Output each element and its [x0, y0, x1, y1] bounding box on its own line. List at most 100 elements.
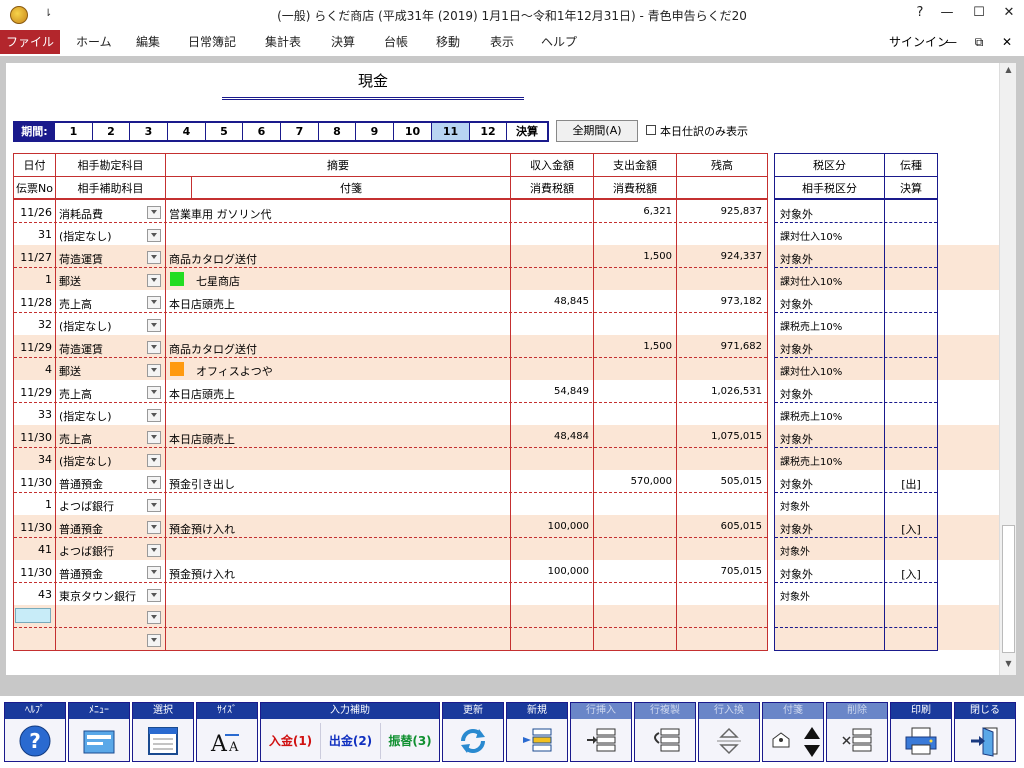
row-subaccount[interactable]: (指定なし) [59, 408, 147, 424]
account-dropdown-icon[interactable] [147, 386, 161, 399]
row-income[interactable]: 54,849 [511, 386, 589, 397]
row-tag[interactable]: オフィスよつや [196, 363, 506, 379]
row-expense[interactable]: 6,321 [594, 206, 672, 217]
row-slip-type[interactable]: [入] [885, 566, 937, 582]
row-voucher-no[interactable]: 33 [14, 408, 52, 421]
row-tax-class[interactable]: 対象外 [780, 476, 880, 492]
row-account[interactable]: 売上高 [59, 431, 147, 447]
row-voucher-no[interactable]: 1 [14, 498, 52, 511]
row-date[interactable]: 11/30 [14, 476, 52, 489]
row-date[interactable]: 11/30 [14, 521, 52, 534]
row-partner-tax[interactable]: 課税売上10% [780, 453, 880, 468]
account-dropdown-icon[interactable] [147, 206, 161, 219]
select-button[interactable]: 選択 [132, 702, 194, 762]
account-dropdown-icon[interactable] [147, 566, 161, 579]
doc-close-button[interactable]: ✕ [996, 32, 1018, 52]
row-account[interactable]: 普通預金 [59, 566, 147, 582]
row-partner-tax[interactable]: 課税売上10% [780, 318, 880, 333]
close-window-button[interactable]: 閉じる [954, 702, 1016, 762]
row-date[interactable]: 11/27 [14, 251, 52, 264]
transfer-button[interactable]: 振替(3) [381, 723, 439, 759]
row-expense[interactable]: 1,500 [594, 341, 672, 352]
row-tax-class[interactable]: 対象外 [780, 251, 880, 267]
withdraw-button[interactable]: 出金(2) [321, 723, 381, 759]
row-partner-tax[interactable]: 対象外 [780, 543, 880, 558]
row-account[interactable]: 普通預金 [59, 476, 147, 492]
row-expense[interactable]: 1,500 [594, 251, 672, 262]
period-month-11[interactable]: 11 [432, 123, 470, 140]
period-month-12[interactable]: 12 [470, 123, 507, 140]
menu-file[interactable]: ファイル [0, 30, 60, 54]
menu-view[interactable]: 表示 [490, 30, 514, 54]
size-button[interactable]: ｻｲｽﾞ AA [196, 702, 258, 762]
period-month-10[interactable]: 10 [394, 123, 432, 140]
account-dropdown-icon[interactable] [147, 341, 161, 354]
row-summary[interactable]: 預金預け入れ [169, 566, 509, 582]
tag-up-down-icon[interactable] [801, 723, 823, 761]
deposit-button[interactable]: 入金(1) [261, 723, 321, 759]
row-date[interactable]: 11/30 [14, 431, 52, 444]
scroll-up-icon[interactable]: ▲ [1000, 65, 1017, 79]
menu-move[interactable]: 移動 [436, 30, 460, 54]
row-voucher-no[interactable]: 4 [14, 363, 52, 376]
menu-home[interactable]: ホーム [76, 30, 112, 54]
help-icon[interactable]: ? [905, 5, 935, 25]
copy-row-button[interactable]: 行複製 [634, 702, 696, 762]
menu-edit[interactable]: 編集 [136, 30, 160, 54]
row-summary[interactable]: 本日店頭売上 [169, 296, 509, 312]
subaccount-dropdown-icon[interactable] [147, 634, 161, 647]
row-summary[interactable]: 営業車用 ガソリン代 [169, 206, 509, 222]
all-period-button[interactable]: 全期間(A) [556, 120, 638, 142]
period-month-6[interactable]: 6 [243, 123, 281, 140]
row-subaccount[interactable]: 郵送 [59, 363, 147, 379]
menu-ledger[interactable]: 台帳 [384, 30, 408, 54]
row-partner-tax[interactable]: 対象外 [780, 588, 880, 603]
scroll-down-icon[interactable]: ▼ [1000, 659, 1017, 673]
row-income[interactable]: 48,484 [511, 431, 589, 442]
row-account[interactable]: 荷造運賃 [59, 251, 147, 267]
row-slip-type[interactable]: [入] [885, 521, 937, 537]
scroll-thumb[interactable] [1002, 525, 1015, 653]
menu-help[interactable]: ヘルプ [541, 30, 577, 54]
row-income[interactable]: 48,845 [511, 296, 589, 307]
row-voucher-no[interactable]: 34 [14, 453, 52, 466]
period-month-3[interactable]: 3 [130, 123, 168, 140]
row-summary[interactable]: 本日店頭売上 [169, 431, 509, 447]
row-income[interactable]: 100,000 [511, 521, 589, 532]
row-subaccount[interactable]: 郵送 [59, 273, 147, 289]
row-tax-class[interactable]: 対象外 [780, 206, 880, 222]
vertical-scrollbar[interactable]: ▲ ▼ [999, 63, 1016, 675]
subaccount-dropdown-icon[interactable] [147, 454, 161, 467]
row-date[interactable]: 11/30 [14, 566, 52, 579]
tag-button[interactable]: 付箋 [762, 702, 824, 762]
period-month-7[interactable]: 7 [281, 123, 319, 140]
tag-color-swatch[interactable] [170, 362, 184, 376]
period-month-2[interactable]: 2 [93, 123, 130, 140]
row-partner-tax[interactable]: 課対仕入10% [780, 363, 880, 378]
row-subaccount[interactable]: 東京タウン銀行 [59, 588, 147, 604]
new-button[interactable]: 新規 [506, 702, 568, 762]
row-date[interactable]: 11/29 [14, 386, 52, 399]
menu-daily[interactable]: 日常簿記 [188, 30, 236, 54]
row-account[interactable]: 売上高 [59, 296, 147, 312]
row-tax-class[interactable]: 対象外 [780, 296, 880, 312]
account-dropdown-icon[interactable] [147, 521, 161, 534]
row-subaccount[interactable]: (指定なし) [59, 318, 147, 334]
row-tax-class[interactable]: 対象外 [780, 521, 880, 537]
subaccount-dropdown-icon[interactable] [147, 319, 161, 332]
row-account[interactable]: 消耗品費 [59, 206, 147, 222]
row-voucher-no[interactable]: 41 [14, 543, 52, 556]
row-voucher-no[interactable]: 31 [14, 228, 52, 241]
print-button[interactable]: 印刷 [890, 702, 952, 762]
row-tax-class[interactable]: 対象外 [780, 341, 880, 357]
row-account[interactable]: 荷造運賃 [59, 341, 147, 357]
row-voucher-no[interactable]: 32 [14, 318, 52, 331]
today-only-checkbox[interactable] [646, 125, 656, 135]
row-tax-class[interactable]: 対象外 [780, 566, 880, 582]
row-subaccount[interactable]: (指定なし) [59, 453, 147, 469]
row-summary[interactable]: 商品カタログ送付 [169, 341, 509, 357]
row-partner-tax[interactable]: 対象外 [780, 498, 880, 513]
row-voucher-no[interactable]: 1 [14, 273, 52, 286]
row-partner-tax[interactable]: 課対仕入10% [780, 273, 880, 288]
account-dropdown-icon[interactable] [147, 611, 161, 624]
